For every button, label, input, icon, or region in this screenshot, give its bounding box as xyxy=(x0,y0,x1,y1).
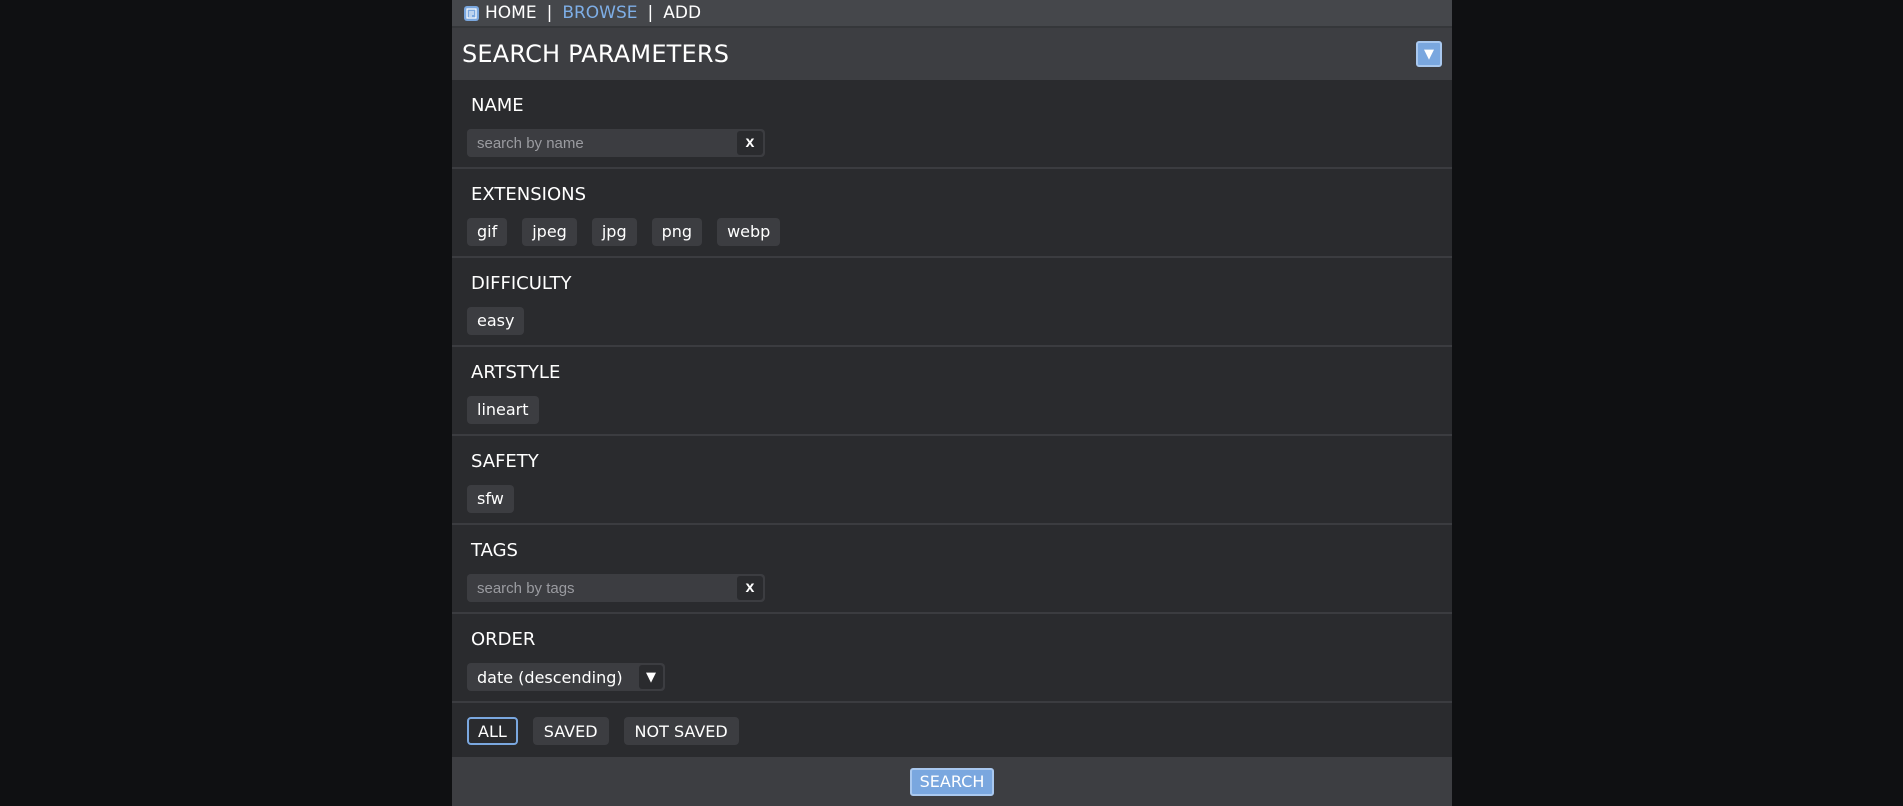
name-section: NAME x xyxy=(452,80,1452,169)
order-selected-value: date (descending) xyxy=(477,667,623,687)
search-button[interactable]: SEARCH xyxy=(909,767,995,796)
name-label: NAME xyxy=(471,95,524,116)
saved-filter-row: ALL SAVED NOT SAVED xyxy=(452,703,1452,758)
nav-separator: | xyxy=(546,3,553,23)
order-label: ORDER xyxy=(471,629,536,650)
top-navigation: HOME | BROWSE | ADD xyxy=(452,0,1452,28)
name-clear-button[interactable]: x xyxy=(737,131,763,155)
extension-chip-jpeg[interactable]: jpeg xyxy=(522,218,577,246)
nav-add-link[interactable]: ADD xyxy=(663,3,701,23)
nav-home-link[interactable]: HOME xyxy=(485,3,537,23)
tags-section: TAGS x xyxy=(452,525,1452,614)
extension-chip-webp[interactable]: webp xyxy=(717,218,781,246)
app-container: HOME | BROWSE | ADD SEARCH PARAMETERS ▼ … xyxy=(452,0,1452,806)
extension-chip-png[interactable]: png xyxy=(651,218,703,246)
filter-not-saved-button[interactable]: NOT SAVED xyxy=(623,716,739,745)
chevron-down-icon: ▼ xyxy=(1424,46,1434,62)
safety-section: SAFETY sfw xyxy=(452,436,1452,525)
footer-bar: SEARCH xyxy=(452,757,1452,806)
name-search-input[interactable] xyxy=(467,129,735,157)
safety-label: SAFETY xyxy=(471,451,539,472)
extension-chip-gif[interactable]: gif xyxy=(467,218,508,246)
tags-search-input[interactable] xyxy=(467,574,735,602)
chevron-down-icon[interactable]: ▼ xyxy=(639,665,663,689)
panel-title: SEARCH PARAMETERS xyxy=(462,40,730,68)
order-select[interactable]: date (descending) ▼ xyxy=(467,663,665,691)
nav-browse-link[interactable]: BROWSE xyxy=(562,3,637,23)
extensions-section: EXTENSIONS gif jpeg jpg png webp xyxy=(452,169,1452,258)
extensions-label: EXTENSIONS xyxy=(471,184,587,205)
difficulty-section: DIFFICULTY easy xyxy=(452,258,1452,347)
nav-separator: | xyxy=(647,3,654,23)
music-note-icon xyxy=(464,5,479,21)
artstyle-section: ARTSTYLE lineart xyxy=(452,347,1452,436)
name-search-box: x xyxy=(467,129,765,157)
safety-chip-sfw[interactable]: sfw xyxy=(467,485,514,513)
tags-search-box: x xyxy=(467,574,765,602)
order-section: ORDER date (descending) ▼ xyxy=(452,614,1452,703)
search-parameters-header: SEARCH PARAMETERS ▼ xyxy=(452,28,1452,80)
artstyle-chip-lineart[interactable]: lineart xyxy=(467,396,539,424)
filter-all-button[interactable]: ALL xyxy=(467,716,518,745)
difficulty-label: DIFFICULTY xyxy=(471,273,572,294)
extension-chip-jpg[interactable]: jpg xyxy=(591,218,637,246)
collapse-toggle-button[interactable]: ▼ xyxy=(1416,41,1442,67)
tags-label: TAGS xyxy=(471,540,518,561)
tags-clear-button[interactable]: x xyxy=(737,576,763,600)
filter-saved-button[interactable]: SAVED xyxy=(532,716,609,745)
artstyle-label: ARTSTYLE xyxy=(471,362,561,383)
difficulty-chip-easy[interactable]: easy xyxy=(467,307,525,335)
